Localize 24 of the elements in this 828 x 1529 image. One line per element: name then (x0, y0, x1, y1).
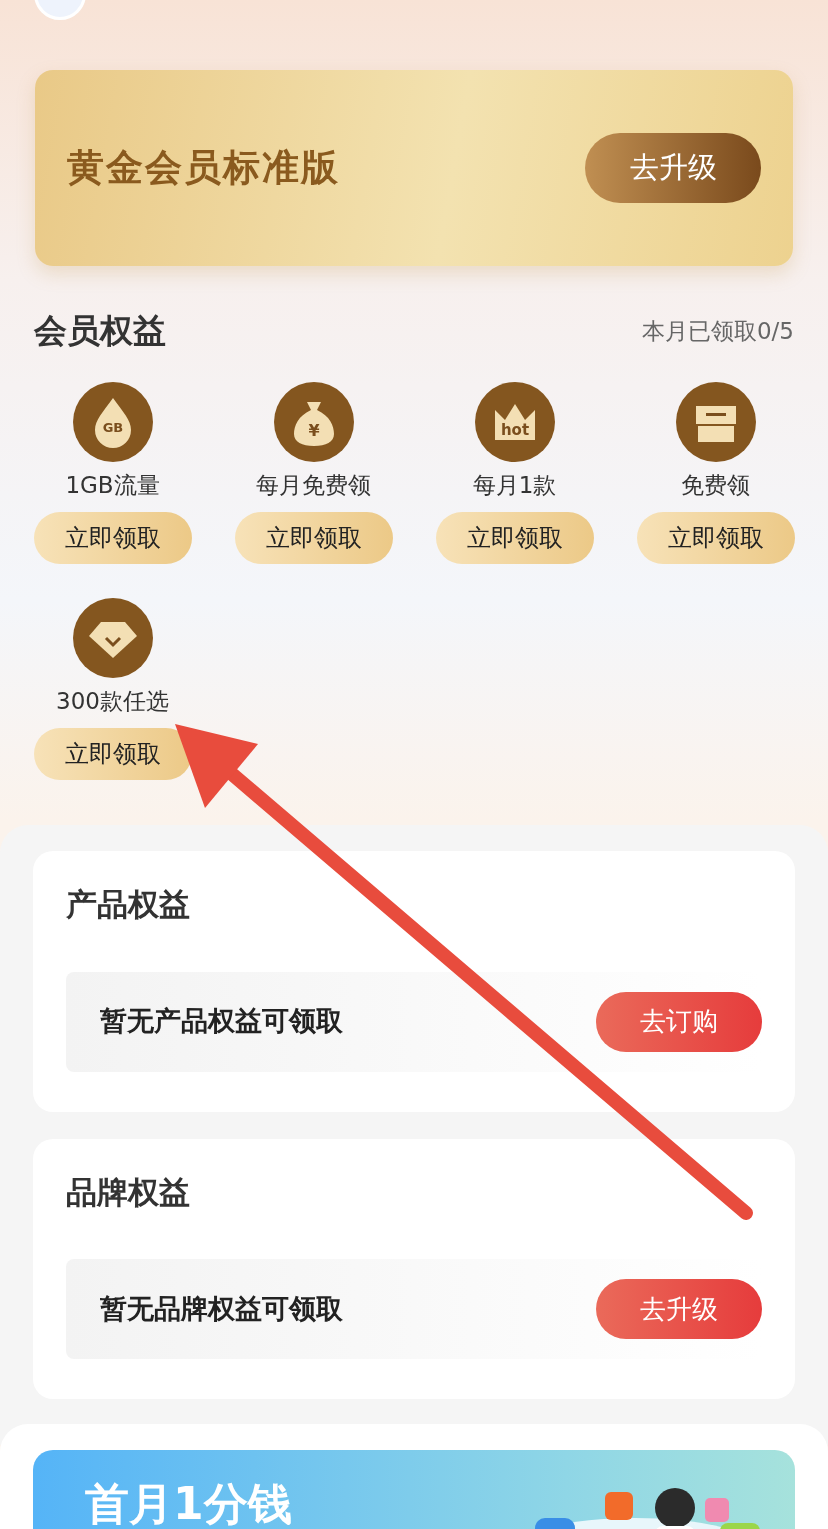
empty-message: 暂无产品权益可领取 (100, 1004, 343, 1039)
benefit-label: 每月免费领 (256, 470, 371, 500)
action-button[interactable]: 去升级 (596, 1279, 762, 1339)
claim-button[interactable]: 立即领取 (435, 511, 594, 564)
claim-button[interactable]: 立即领取 (234, 511, 393, 564)
claim-button[interactable]: 立即领取 (33, 727, 192, 780)
benefit-label: 每月1款 (472, 470, 557, 500)
crown-icon: hot (474, 381, 555, 462)
card-title: 品牌权益 (66, 1172, 191, 1212)
promo-title: 首月1分钱 (85, 1482, 292, 1526)
benefit-label: 免费领 (681, 470, 750, 500)
money-bag-icon: ¥ (273, 381, 354, 462)
card-title: 产品权益 (66, 885, 191, 924)
empty-message: 暂无品牌权益可领取 (100, 1291, 343, 1326)
section-title: 会员权益 (34, 310, 166, 352)
upgrade-button[interactable]: 去升级 (585, 133, 761, 203)
membership-title: 黄金会员标准版 (67, 145, 340, 192)
benefit-label: 1GB流量 (65, 470, 160, 500)
claim-button[interactable]: 立即领取 (636, 511, 795, 564)
store-icon (675, 381, 756, 462)
drop-icon: GB (72, 381, 153, 462)
benefit-label: 300款任选 (56, 686, 169, 716)
claim-button[interactable]: 立即领取 (33, 511, 192, 564)
action-button[interactable]: 去订购 (596, 991, 762, 1052)
